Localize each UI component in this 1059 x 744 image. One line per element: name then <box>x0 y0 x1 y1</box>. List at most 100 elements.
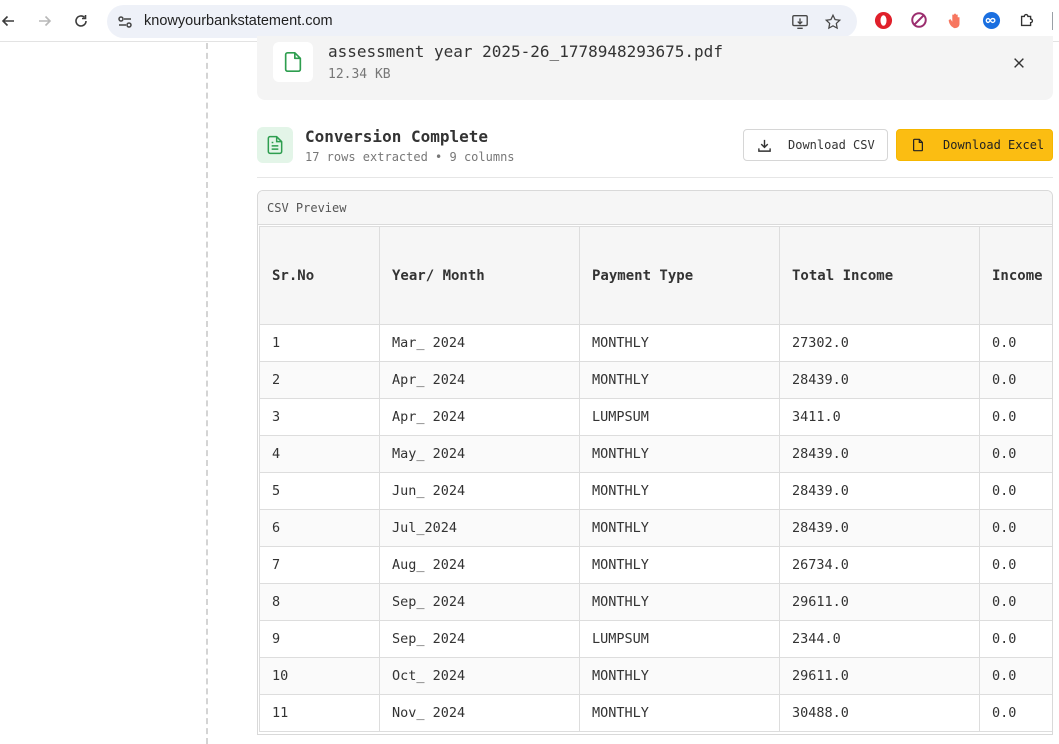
address-bar[interactable]: knowyourbankstatement.com <box>107 5 857 38</box>
table-cell: 28439.0 <box>779 509 980 547</box>
table-cell: 27302.0 <box>779 324 980 362</box>
table-cell: Oct_ 2024 <box>379 657 580 695</box>
table-row: 7 Aug_ 2024 MONTHLY 26734.0 0.0 <box>259 546 1052 584</box>
table-cell: MONTHLY <box>579 509 780 547</box>
table-cell: 29611.0 <box>779 583 980 621</box>
csv-preview-table-scroll[interactable]: Sr.No Year/ Month Payment Type Total Inc… <box>259 226 1052 734</box>
conversion-title: Conversion Complete <box>305 127 489 146</box>
table-row: 10 Oct_ 2024 MONTHLY 29611.0 0.0 <box>259 657 1052 695</box>
table-cell: 0.0 <box>979 435 1052 473</box>
table-cell: MONTHLY <box>579 472 780 510</box>
forward-icon[interactable] <box>33 9 57 33</box>
table-cell: 0.0 <box>979 361 1052 399</box>
table-cell: 6 <box>259 509 380 547</box>
table-cell: 11 <box>259 694 380 732</box>
csv-preview-table: Sr.No Year/ Month Payment Type Total Inc… <box>259 226 1052 732</box>
download-csv-button[interactable]: Download CSV <box>743 129 888 161</box>
column-header: Year/ Month <box>379 226 580 325</box>
table-cell: 2 <box>259 361 380 399</box>
download-excel-label: Download Excel <box>943 138 1045 152</box>
bookmark-star-icon[interactable] <box>823 12 843 32</box>
table-cell: 0.0 <box>979 324 1052 362</box>
block-ext-icon[interactable] <box>909 10 929 30</box>
table-cell: 4 <box>259 435 380 473</box>
file-icon-container <box>273 42 313 82</box>
puzzle-extensions-icon[interactable] <box>1017 10 1037 30</box>
pdf-file-icon <box>284 52 302 72</box>
conversion-success-icon-box <box>257 127 293 163</box>
document-text-icon <box>267 135 283 155</box>
table-cell: LUMPSUM <box>579 620 780 658</box>
table-row: 2 Apr_ 2024 MONTHLY 28439.0 0.0 <box>259 361 1052 399</box>
table-cell: Nov_ 2024 <box>379 694 580 732</box>
toolbar-divider <box>1052 12 1053 30</box>
site-settings-icon[interactable] <box>116 13 134 31</box>
table-cell: MONTHLY <box>579 361 780 399</box>
table-cell: 28439.0 <box>779 361 980 399</box>
table-cell: MONTHLY <box>579 583 780 621</box>
table-cell: MONTHLY <box>579 324 780 362</box>
download-csv-label: Download CSV <box>788 138 875 152</box>
left-sidebar <box>0 43 208 744</box>
table-cell: Jun_ 2024 <box>379 472 580 510</box>
column-header: Sr.No <box>259 226 380 325</box>
remove-file-button[interactable] <box>1009 53 1029 73</box>
table-cell: 0.0 <box>979 583 1052 621</box>
infinity-ext-icon[interactable] <box>981 10 1001 30</box>
table-row: 11 Nov_ 2024 MONTHLY 30488.0 0.0 <box>259 694 1052 732</box>
table-cell: 3411.0 <box>779 398 980 436</box>
table-row: 5 Jun_ 2024 MONTHLY 28439.0 0.0 <box>259 472 1052 510</box>
table-cell: MONTHLY <box>579 657 780 695</box>
file-size: 12.34 KB <box>328 67 391 82</box>
table-row: 6 Jul_2024 MONTHLY 28439.0 0.0 <box>259 509 1052 547</box>
uploaded-file-card: assessment year 2025-26_1778948293675.pd… <box>257 36 1053 100</box>
table-cell: Jul_2024 <box>379 509 580 547</box>
table-cell: MONTHLY <box>579 694 780 732</box>
table-cell: Mar_ 2024 <box>379 324 580 362</box>
table-cell: Aug_ 2024 <box>379 546 580 584</box>
table-cell: 8 <box>259 583 380 621</box>
table-row: 3 Apr_ 2024 LUMPSUM 3411.0 0.0 <box>259 398 1052 436</box>
download-icon <box>756 137 772 153</box>
file-icon <box>910 137 926 153</box>
table-cell: 0.0 <box>979 657 1052 695</box>
table-cell: Apr_ 2024 <box>379 361 580 399</box>
table-header-row: Sr.No Year/ Month Payment Type Total Inc… <box>259 226 1052 325</box>
file-name: assessment year 2025-26_1778948293675.pd… <box>328 42 723 61</box>
table-cell: 7 <box>259 546 380 584</box>
section-divider <box>257 177 1053 178</box>
table-cell: 10 <box>259 657 380 695</box>
table-row: 1 Mar_ 2024 MONTHLY 27302.0 0.0 <box>259 324 1052 362</box>
table-cell: 1 <box>259 324 380 362</box>
reload-icon[interactable] <box>69 9 93 33</box>
url-text[interactable]: knowyourbankstatement.com <box>144 13 333 29</box>
column-header: Total Income <box>779 226 980 325</box>
table-cell: 0.0 <box>979 472 1052 510</box>
table-cell: Apr_ 2024 <box>379 398 580 436</box>
table-row: 8 Sep_ 2024 MONTHLY 29611.0 0.0 <box>259 583 1052 621</box>
conversion-summary: 17 rows extracted • 9 columns <box>305 150 515 164</box>
install-app-icon[interactable] <box>790 12 810 32</box>
close-icon <box>1014 58 1024 68</box>
table-cell: 0.0 <box>979 546 1052 584</box>
back-icon[interactable] <box>0 9 20 33</box>
table-cell: 28439.0 <box>779 472 980 510</box>
csv-preview-label: CSV Preview <box>258 191 1052 225</box>
opera-ext-icon[interactable] <box>873 10 893 30</box>
table-cell: 5 <box>259 472 380 510</box>
table-cell: 26734.0 <box>779 546 980 584</box>
table-cell: LUMPSUM <box>579 398 780 436</box>
column-header: Payment Type <box>579 226 780 325</box>
table-cell: 9 <box>259 620 380 658</box>
hand-ext-icon[interactable] <box>945 10 965 30</box>
table-cell: 0.0 <box>979 694 1052 732</box>
table-cell: 0.0 <box>979 398 1052 436</box>
table-cell: 3 <box>259 398 380 436</box>
table-row: 4 May_ 2024 MONTHLY 28439.0 0.0 <box>259 435 1052 473</box>
table-cell: Sep_ 2024 <box>379 620 580 658</box>
table-cell: MONTHLY <box>579 435 780 473</box>
table-row: 9 Sep_ 2024 LUMPSUM 2344.0 0.0 <box>259 620 1052 658</box>
table-cell: Sep_ 2024 <box>379 583 580 621</box>
table-cell: 30488.0 <box>779 694 980 732</box>
download-excel-button[interactable]: Download Excel <box>896 129 1053 161</box>
